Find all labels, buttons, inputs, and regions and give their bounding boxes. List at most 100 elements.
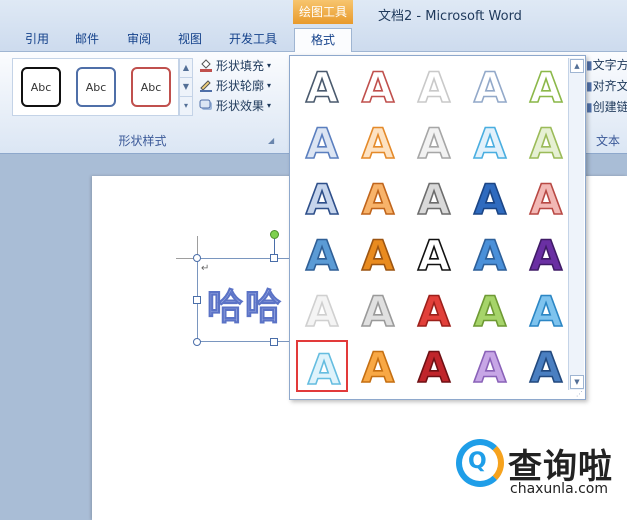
wordart-letter-icon: A — [473, 286, 508, 336]
wordart-style-6-4[interactable]: A — [464, 340, 516, 392]
wordart-style-3-5[interactable]: A — [520, 172, 572, 224]
wordart-style-2-1[interactable]: A — [296, 116, 348, 168]
wordart-style-3-2[interactable]: A — [352, 172, 404, 224]
wordart-letter-icon: A — [417, 286, 452, 336]
wordart-style-4-4[interactable]: A — [464, 228, 516, 280]
wordart-style-1-3[interactable]: A — [408, 60, 460, 112]
wordart-glyph: A — [306, 175, 339, 224]
gallery-down-button[interactable]: ▼ — [180, 78, 192, 97]
wordart-glyph: A — [530, 231, 563, 280]
wordart-text[interactable]: 哈哈 — [207, 278, 293, 330]
wordart-style-2-4[interactable]: A — [464, 116, 516, 168]
chevron-down-icon: ▾ — [267, 60, 272, 70]
drawing-tools-context-tab[interactable]: 绘图工具 — [293, 0, 353, 24]
wordart-style-5-2[interactable]: A — [352, 284, 404, 336]
wordart-style-5-4[interactable]: A — [464, 284, 516, 336]
text-direction-button[interactable]: ▮文字方向 — [586, 56, 627, 73]
wordart-style-6-2[interactable]: A — [352, 340, 404, 392]
wordart-letter-icon: A — [529, 174, 564, 224]
shape-style-thumb-2[interactable]: Abc — [76, 67, 116, 107]
wordart-glyph: A — [530, 343, 563, 392]
wordart-letter-icon: A — [529, 286, 564, 336]
align-text-button[interactable]: ▮对齐文本 — [586, 77, 627, 94]
resize-grip-icon[interactable]: ⋰ — [576, 390, 583, 398]
title-bar: 绘图工具 文档2 - Microsoft Word 引用 邮件 审阅 视图 开发… — [0, 0, 627, 53]
wordart-letter-icon: A — [473, 174, 508, 224]
wordart-letter-icon: A — [529, 342, 564, 392]
watermark-logo: Q 查询啦 chaxunla.com — [450, 437, 627, 501]
wordart-style-6-5[interactable]: A — [520, 340, 572, 392]
wordart-letter-icon: A — [305, 174, 340, 224]
wordart-style-4-3[interactable]: A — [408, 228, 460, 280]
shape-style-thumb-1[interactable]: Abc — [21, 67, 61, 107]
ribbon-tabs: 引用 邮件 审阅 视图 开发工具 格式 — [0, 28, 627, 53]
watermark-url: chaxunla.com — [510, 481, 608, 497]
shape-effects-button[interactable]: 形状效果 ▾ — [199, 96, 271, 114]
dropdown-scrollbar[interactable]: ▲ ▼ — [568, 58, 584, 390]
wordart-style-5-3[interactable]: A — [408, 284, 460, 336]
scroll-down-button[interactable]: ▼ — [570, 375, 584, 389]
resize-handle-top[interactable] — [270, 254, 278, 262]
wordart-glyph: A — [418, 119, 451, 168]
wordart-style-3-3[interactable]: A — [408, 172, 460, 224]
wordart-letter-icon: A — [529, 118, 564, 168]
gallery-scroll: ▲ ▼ ▾ — [179, 58, 193, 116]
wordart-letter-icon: A — [361, 62, 396, 112]
chevron-down-icon: ▾ — [267, 80, 272, 90]
paint-bucket-icon — [200, 59, 212, 72]
scroll-up-button[interactable]: ▲ — [570, 59, 584, 73]
wordart-style-4-2[interactable]: A — [352, 228, 404, 280]
wordart-letter-icon: A — [417, 230, 452, 280]
wordart-letter-icon: A — [361, 118, 396, 168]
wordart-style-2-5[interactable]: A — [520, 116, 572, 168]
wordart-style-1-1[interactable]: A — [296, 60, 348, 112]
tab-references[interactable]: 引用 — [22, 28, 52, 52]
wordart-style-1-5[interactable]: A — [520, 60, 572, 112]
shape-outline-button[interactable]: 形状轮廓 ▾ — [199, 76, 271, 94]
wordart-letter-icon: A — [529, 62, 564, 112]
create-link-button[interactable]: ▮创建链接 — [586, 98, 627, 115]
wordart-style-1-4[interactable]: A — [464, 60, 516, 112]
wordart-letter-icon: A — [307, 344, 342, 394]
resize-handle-bottom[interactable] — [270, 338, 278, 346]
shape-style-thumb-3[interactable]: Abc — [131, 67, 171, 107]
wordart-style-5-1[interactable]: A — [296, 284, 348, 336]
create-link-label: 创建链接 — [592, 100, 627, 114]
tab-review[interactable]: 审阅 — [124, 28, 154, 52]
wordart-style-6-1[interactable]: A — [296, 340, 348, 394]
paragraph-mark: ↵ — [201, 263, 210, 274]
wordart-style-3-1[interactable]: A — [296, 172, 348, 224]
wordart-style-grid: AAAAAAAAAAAAAAAAAAAAAAAAAAAAAA — [296, 60, 568, 395]
resize-handle-bottom-left[interactable] — [193, 338, 201, 346]
wordart-style-2-2[interactable]: A — [352, 116, 404, 168]
tab-view[interactable]: 视图 — [175, 28, 205, 52]
wordart-glyph: A — [362, 287, 395, 336]
wordart-glyph: A — [306, 231, 339, 280]
wordart-style-2-3[interactable]: A — [408, 116, 460, 168]
gallery-up-button[interactable]: ▲ — [180, 59, 192, 78]
text-direction-label: 文字方向 — [592, 58, 627, 72]
wordart-style-4-5[interactable]: A — [520, 228, 572, 280]
shape-fill-button[interactable]: 形状填充 ▾ — [199, 56, 271, 74]
wordart-style-5-5[interactable]: A — [520, 284, 572, 336]
gallery-more-button[interactable]: ▾ — [180, 97, 192, 116]
rotate-handle[interactable] — [270, 230, 279, 239]
wordart-style-3-4[interactable]: A — [464, 172, 516, 224]
wordart-glyph: A — [362, 63, 395, 112]
wordart-style-4-1[interactable]: A — [296, 228, 348, 280]
tab-format[interactable]: 格式 — [294, 28, 352, 53]
wordart-glyph: A — [474, 231, 507, 280]
wordart-glyph: A — [308, 345, 341, 394]
shape-styles-gallery: Abc Abc Abc — [12, 58, 179, 116]
wordart-letter-icon: A — [473, 118, 508, 168]
resize-handle-top-left[interactable] — [193, 254, 201, 262]
wordart-glyph: A — [418, 175, 451, 224]
dialog-launcher-icon[interactable]: ◢ — [268, 136, 274, 145]
tab-mailings[interactable]: 邮件 — [72, 28, 102, 52]
wordart-style-1-2[interactable]: A — [352, 60, 404, 112]
wordart-style-6-3[interactable]: A — [408, 340, 460, 392]
wordart-glyph: A — [418, 343, 451, 392]
tab-developer[interactable]: 开发工具 — [226, 28, 280, 52]
wordart-glyph: A — [474, 287, 507, 336]
resize-handle-left[interactable] — [193, 296, 201, 304]
